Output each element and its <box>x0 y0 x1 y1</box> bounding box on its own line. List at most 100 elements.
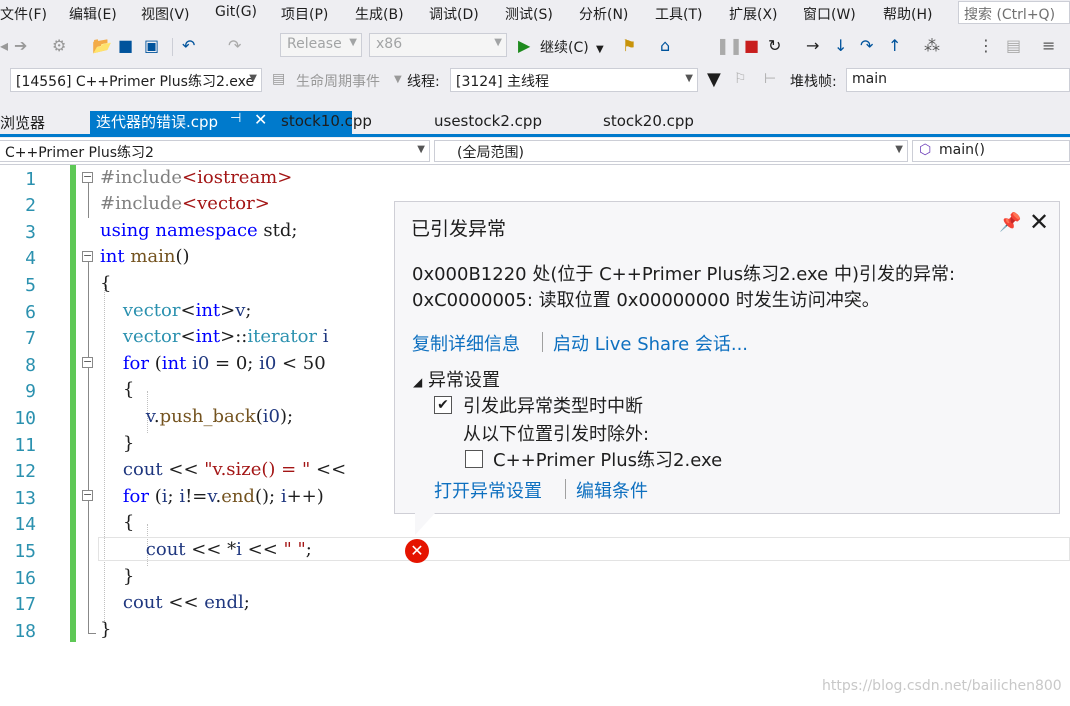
save-all-icon[interactable]: ▣ <box>144 36 159 56</box>
back-icon[interactable]: ◂ <box>0 36 8 56</box>
open-exception-settings-link[interactable]: 打开异常设置 <box>434 477 542 503</box>
config-combo[interactable]: Release ▼ <box>280 33 362 57</box>
code-line: #include<vector> <box>100 193 270 214</box>
caret-down-icon: ◢ <box>413 375 423 389</box>
menu-view[interactable]: 视图(V) <box>141 4 190 24</box>
close-icon[interactable]: ✕ <box>1029 208 1049 236</box>
stop-icon[interactable]: ■ <box>744 36 759 56</box>
menu-edit[interactable]: 编辑(E) <box>69 4 117 24</box>
menu-bar: 文件(F) 编辑(E) 视图(V) Git(G) 项目(P) 生成(B) 调试(… <box>0 0 1070 26</box>
forward-icon[interactable]: ➔ <box>14 36 27 56</box>
exception-error-icon[interactable]: ✕ <box>405 539 429 563</box>
comment-icon[interactable]: ▤ <box>1006 36 1021 56</box>
method-icon: ⬡ <box>919 142 932 158</box>
pin-icon[interactable]: ⊣ <box>230 111 241 126</box>
edit-conditions-link[interactable]: 编辑条件 <box>576 477 648 503</box>
stackframe-combo[interactable]: main <box>846 68 1070 92</box>
chevron-down-icon[interactable]: ▼ <box>596 40 604 60</box>
code-line: for (int i0 = 0; i0 < 50 <box>122 353 326 374</box>
step-over-icon[interactable]: ↷ <box>860 36 873 56</box>
thread-icon[interactable]: ⋮ <box>978 36 994 56</box>
fold-toggle-icon[interactable]: − <box>82 489 93 501</box>
menu-analyze[interactable]: 分析(N) <box>579 4 628 24</box>
fold-toggle-icon[interactable]: − <box>82 356 93 368</box>
code-line: } <box>100 619 112 640</box>
line-number: 12 <box>14 461 36 482</box>
continue-icon[interactable]: ▶ <box>518 36 530 56</box>
thread-combo[interactable]: [3124] 主线程 ▼ <box>450 68 698 92</box>
lifecycle-events-button[interactable]: 生命周期事件 <box>296 71 380 91</box>
exception-message: 0x000B1220 处(位于 C++Primer Plus练习2.exe 中)… <box>412 264 956 285</box>
menu-extensions[interactable]: 扩展(X) <box>729 4 778 24</box>
tab-usestock2[interactable]: usestock2.cpp <box>434 112 542 134</box>
live-share-link[interactable]: 启动 Live Share 会话... <box>553 330 748 356</box>
pin-icon[interactable]: 📌 <box>999 212 1021 233</box>
undo-icon[interactable]: ↶ <box>182 36 195 56</box>
close-icon[interactable]: ✕ <box>254 110 267 129</box>
menu-git[interactable]: Git(G) <box>215 4 257 20</box>
platform-combo[interactable]: x86 ▼ <box>369 33 507 57</box>
step-out-icon[interactable]: ↑ <box>888 36 901 56</box>
exception-settings-header[interactable]: ◢ 异常设置 <box>413 366 500 392</box>
line-number: 1 <box>25 169 36 190</box>
code-line: { <box>100 379 135 400</box>
restart-icon[interactable]: ↻ <box>768 36 781 56</box>
config-value: Release <box>287 36 342 52</box>
tab-left-panel[interactable]: 浏览器 <box>0 112 45 134</box>
tab-stock10[interactable]: stock10.cpp <box>281 112 372 134</box>
pause-icon[interactable]: ❚❚ <box>716 36 743 56</box>
line-number: 17 <box>14 594 36 615</box>
module-checkbox[interactable] <box>465 450 483 468</box>
new-project-icon[interactable]: ⚙ <box>52 36 66 56</box>
menu-debug[interactable]: 调试(D) <box>429 4 479 24</box>
hex-display-icon[interactable]: ⁂ <box>924 36 940 56</box>
filter-icon[interactable]: ▼ <box>707 69 721 90</box>
step-into-icon[interactable]: ↓ <box>834 36 847 56</box>
exception-popup: 已引发异常 📌 ✕ 0x000B1220 处(位于 C++Primer Plus… <box>394 201 1060 514</box>
project-value: C++Primer Plus练习2 <box>5 145 154 161</box>
flag-icon[interactable]: ⚐ <box>734 71 747 87</box>
fold-toggle-icon[interactable]: − <box>82 250 93 262</box>
fold-line <box>88 633 96 634</box>
scope-combo[interactable]: (全局范围) ▼ <box>434 140 908 162</box>
save-icon[interactable]: ■ <box>118 36 133 56</box>
member-combo[interactable]: ⬡ main() <box>912 140 1070 162</box>
document-tab-strip: 浏览器 迭代器的错误.cpp ⊣ ✕ stock10.cpp usestock2… <box>0 96 1070 138</box>
line-number: 7 <box>25 328 36 349</box>
chevron-down-icon: ▼ <box>685 73 693 84</box>
link-separator <box>542 332 543 352</box>
menu-file[interactable]: 文件(F) <box>0 4 47 24</box>
project-combo[interactable]: C++Primer Plus练习2 ▼ <box>0 140 430 162</box>
menu-help[interactable]: 帮助(H) <box>883 4 932 24</box>
break-when-thrown-checkbox[interactable]: ✔ <box>434 396 452 414</box>
break-when-thrown-label: 引发此异常类型时中断 <box>463 396 643 417</box>
change-tracking-bar <box>70 165 76 642</box>
attach-icon[interactable]: ⚑ <box>622 36 636 56</box>
threads-icon[interactable]: ⊢ <box>764 71 776 87</box>
tab-active-label: 迭代器的错误.cpp <box>96 113 219 131</box>
continue-button[interactable]: 继续(C) <box>540 38 589 58</box>
show-next-statement-icon[interactable]: → <box>806 36 819 56</box>
code-line: int main() <box>100 246 190 267</box>
redo-icon[interactable]: ↷ <box>228 36 241 56</box>
overflow-icon[interactable]: ≡ <box>1042 36 1055 56</box>
tab-stock20[interactable]: stock20.cpp <box>603 112 694 134</box>
search-input[interactable]: 搜索 (Ctrl+Q) <box>958 1 1070 24</box>
fold-toggle-icon[interactable]: − <box>82 171 93 183</box>
code-line: { <box>100 273 112 294</box>
menu-test[interactable]: 测试(S) <box>505 4 553 24</box>
line-number: 5 <box>25 275 36 296</box>
link-separator <box>565 479 566 499</box>
process-combo[interactable]: [14556] C++Primer Plus练习2.exe ▼ <box>10 68 262 92</box>
copy-details-link[interactable]: 复制详细信息 <box>412 330 520 356</box>
code-line: } <box>100 566 135 587</box>
open-folder-icon[interactable]: 📂 <box>92 36 112 56</box>
chevron-down-icon[interactable]: ▼ <box>394 74 402 85</box>
home-icon[interactable]: ⌂ <box>660 36 670 56</box>
menu-tools[interactable]: 工具(T) <box>655 4 702 24</box>
menu-project[interactable]: 项目(P) <box>281 4 328 24</box>
toolbar-separator <box>172 38 173 56</box>
menu-window[interactable]: 窗口(W) <box>803 4 856 24</box>
chevron-down-icon: ▼ <box>249 73 257 84</box>
menu-build[interactable]: 生成(B) <box>355 4 404 24</box>
